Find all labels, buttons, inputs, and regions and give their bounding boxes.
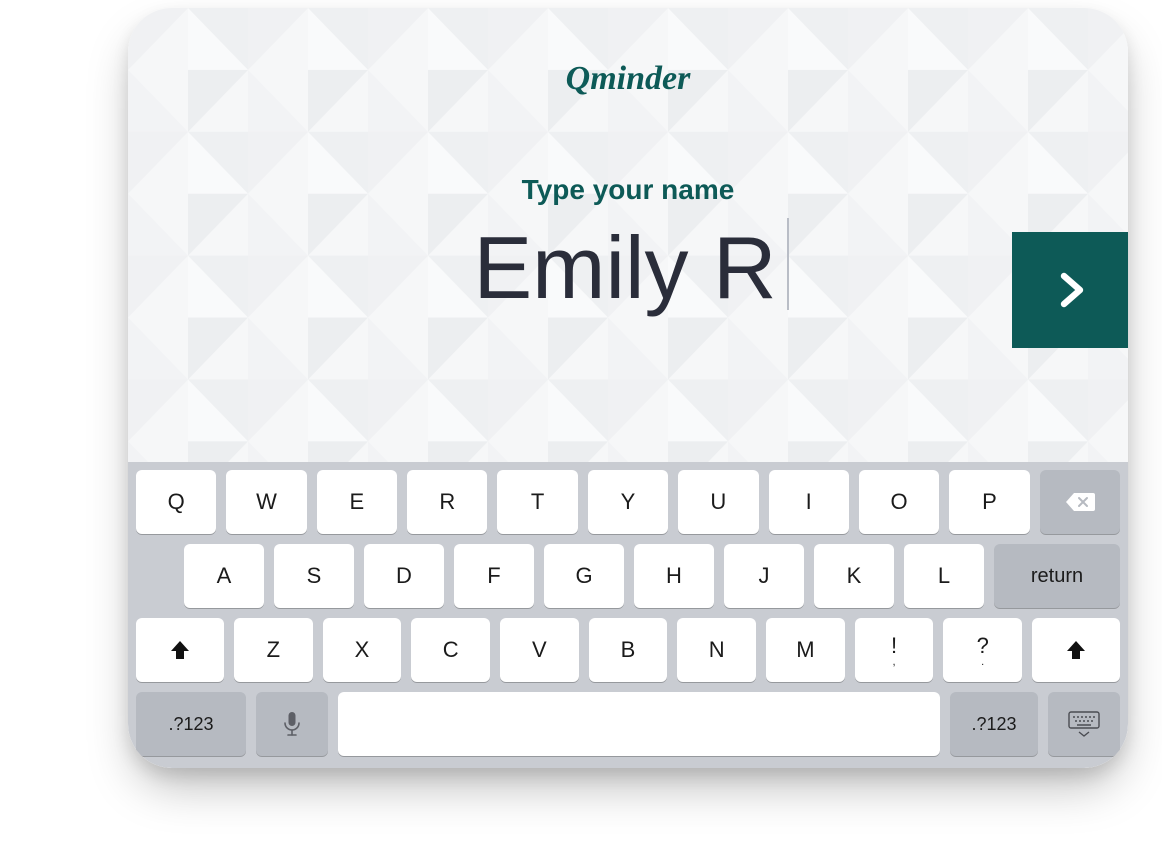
on-screen-keyboard: Q W E R T Y U I O P A S — [128, 462, 1128, 768]
key-question-period[interactable]: ? . — [943, 618, 1022, 682]
key-e[interactable]: E — [317, 470, 397, 534]
keyboard-row-1: Q W E R T Y U I O P — [136, 470, 1120, 534]
chevron-right-icon — [1046, 266, 1094, 314]
key-mode-right[interactable]: .?123 — [950, 692, 1038, 756]
key-shift-right[interactable] — [1032, 618, 1120, 682]
shift-icon — [1064, 638, 1088, 662]
name-input-line[interactable]: Emily R — [128, 218, 1128, 317]
key-bottom-label: . — [981, 657, 984, 668]
key-o[interactable]: O — [859, 470, 939, 534]
key-top-label: ? — [977, 633, 989, 659]
brand-name: Qminder — [566, 60, 691, 98]
key-c[interactable]: C — [411, 618, 490, 682]
shift-icon — [168, 638, 192, 662]
key-f[interactable]: F — [454, 544, 534, 608]
key-y[interactable]: Y — [588, 470, 668, 534]
key-mode-left[interactable]: .?123 — [136, 692, 246, 756]
key-j[interactable]: J — [724, 544, 804, 608]
key-n[interactable]: N — [677, 618, 756, 682]
microphone-icon — [282, 711, 302, 737]
key-return[interactable]: return — [994, 544, 1120, 608]
key-s[interactable]: S — [274, 544, 354, 608]
key-a[interactable]: A — [184, 544, 264, 608]
tablet-frame: Qminder Type your name Emily R Q W E R T… — [128, 8, 1128, 768]
key-backspace[interactable] — [1040, 470, 1120, 534]
key-r[interactable]: R — [407, 470, 487, 534]
keyboard-row-4: .?123 .?123 — [136, 692, 1120, 756]
backspace-icon — [1065, 491, 1095, 513]
key-exclaim-comma[interactable]: ! , — [855, 618, 934, 682]
key-bottom-label: , — [893, 657, 896, 668]
key-k[interactable]: K — [814, 544, 894, 608]
key-d[interactable]: D — [364, 544, 444, 608]
key-v[interactable]: V — [500, 618, 579, 682]
prompt-label: Type your name — [128, 174, 1128, 206]
key-space[interactable] — [338, 692, 940, 756]
next-button[interactable] — [1012, 232, 1128, 348]
key-m[interactable]: M — [766, 618, 845, 682]
keyboard-row-3: Z X C V B N M ! , ? . — [136, 618, 1120, 682]
key-hide-keyboard[interactable] — [1048, 692, 1120, 756]
keyboard-row-2: A S D F G H J K L return — [136, 544, 1120, 608]
brand-logo: Qminder — [128, 60, 1128, 98]
input-area: Qminder Type your name Emily R — [128, 8, 1128, 462]
key-p[interactable]: P — [949, 470, 1029, 534]
key-x[interactable]: X — [323, 618, 402, 682]
key-top-label: ! — [891, 633, 897, 659]
key-h[interactable]: H — [634, 544, 714, 608]
key-z[interactable]: Z — [234, 618, 313, 682]
key-microphone[interactable] — [256, 692, 328, 756]
key-t[interactable]: T — [497, 470, 577, 534]
key-g[interactable]: G — [544, 544, 624, 608]
hide-keyboard-icon — [1067, 710, 1101, 738]
key-l[interactable]: L — [904, 544, 984, 608]
key-q[interactable]: Q — [136, 470, 216, 534]
key-w[interactable]: W — [226, 470, 306, 534]
key-u[interactable]: U — [678, 470, 758, 534]
key-i[interactable]: I — [769, 470, 849, 534]
key-shift-left[interactable] — [136, 618, 224, 682]
text-cursor — [787, 218, 789, 310]
name-input-value: Emily R — [467, 220, 782, 317]
key-b[interactable]: B — [589, 618, 668, 682]
